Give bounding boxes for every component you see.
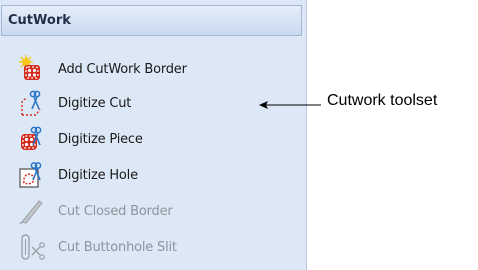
cutwork-toolbox: CutWork Add CutWork Border Digitize Cut … <box>0 0 307 270</box>
digitize-cut-icon <box>18 89 46 117</box>
digitize-hole-icon <box>18 161 46 189</box>
cut-buttonhole-slit-label: Cut Buttonhole Slit <box>58 239 177 255</box>
cut-closed-border-button[interactable]: Cut Closed Border <box>18 196 298 226</box>
cut-buttonhole-slit-button[interactable]: Cut Buttonhole Slit <box>18 232 298 262</box>
cut-buttonhole-slit-icon <box>18 233 46 261</box>
digitize-hole-button[interactable]: Digitize Hole <box>18 160 298 190</box>
cut-closed-border-icon <box>18 197 46 225</box>
digitize-piece-label: Digitize Piece <box>58 131 143 147</box>
digitize-piece-button[interactable]: Digitize Piece <box>18 124 298 154</box>
add-cutwork-border-label: Add CutWork Border <box>58 61 187 77</box>
digitize-piece-icon <box>18 125 46 153</box>
add-cutwork-border-icon <box>18 55 46 83</box>
digitize-cut-button[interactable]: Digitize Cut <box>18 88 298 118</box>
cutwork-toolset-callout: Cutwork toolset <box>327 92 438 109</box>
toolbox-title[interactable]: CutWork <box>1 5 302 36</box>
digitize-hole-label: Digitize Hole <box>58 167 138 183</box>
digitize-cut-label: Digitize Cut <box>58 95 132 111</box>
add-cutwork-border-button[interactable]: Add CutWork Border <box>18 54 298 84</box>
callout-arrow-icon <box>259 101 321 109</box>
cut-closed-border-label: Cut Closed Border <box>58 203 173 219</box>
